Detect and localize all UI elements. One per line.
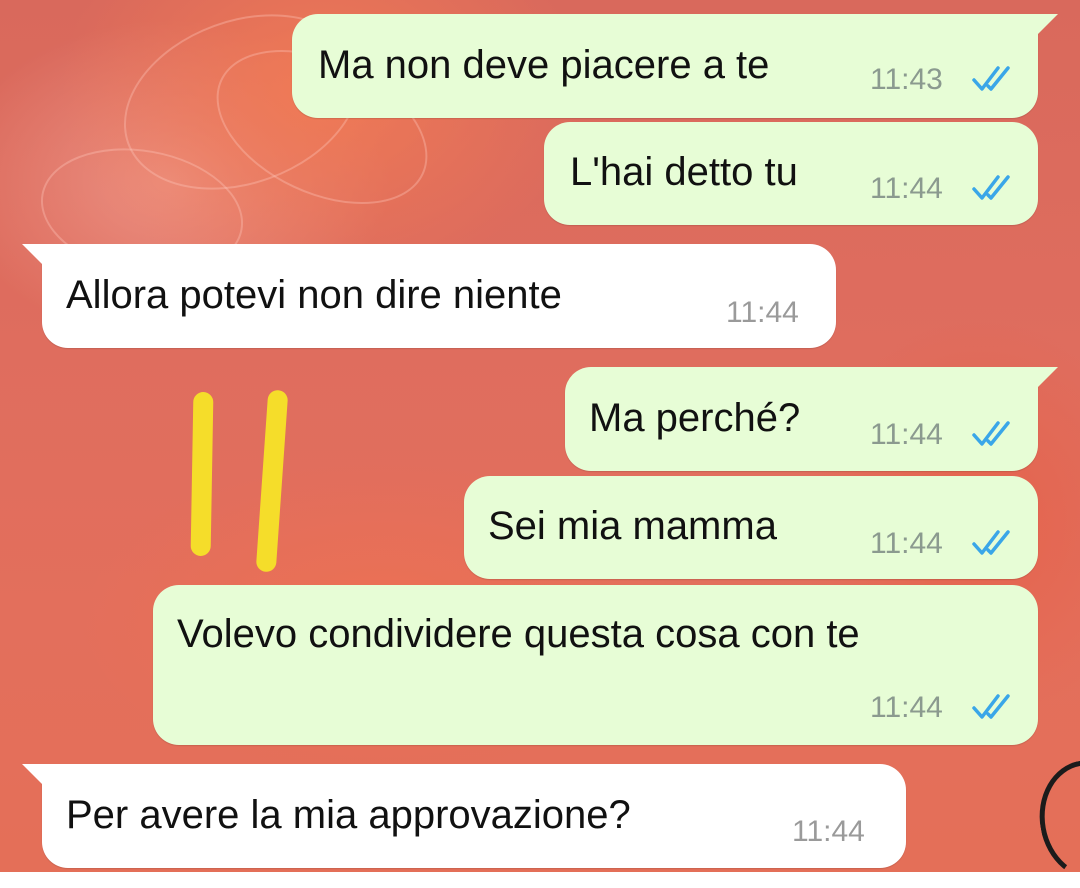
double-check-icon	[972, 421, 1010, 446]
message-bubble-incoming[interactable]: Allora potevi non dire niente 11:44	[22, 244, 836, 348]
double-check-icon	[972, 66, 1010, 91]
message-time: 11:43	[870, 63, 943, 96]
message-text: Ma perché?	[589, 396, 801, 440]
message-text: Volevo condividere questa cosa con te	[177, 612, 860, 656]
message-bubble-incoming[interactable]: Per avere la mia approvazione? 11:44	[22, 764, 906, 868]
message-time: 11:44	[870, 691, 943, 724]
message-time: 11:44	[792, 815, 865, 848]
message-text: Sei mia mamma	[488, 504, 777, 548]
double-check-icon	[972, 175, 1010, 200]
message-bubble-outgoing[interactable]: Ma perché? 11:44	[565, 367, 1058, 471]
message-time: 11:44	[870, 418, 943, 451]
annotation-marker-stroke	[190, 391, 214, 557]
message-time: 11:44	[870, 172, 943, 205]
message-time: 11:44	[726, 296, 799, 329]
message-text: Allora potevi non dire niente	[66, 273, 562, 317]
message-bubble-outgoing[interactable]: L'hai detto tu 11:44	[544, 122, 1038, 225]
message-time: 11:44	[870, 527, 943, 560]
message-text: Per avere la mia approvazione?	[66, 793, 631, 837]
message-bubble-outgoing[interactable]: Volevo condividere questa cosa con te 11…	[153, 585, 1038, 745]
message-bubble-outgoing[interactable]: Ma non deve piacere a te 11:43	[292, 14, 1058, 118]
message-bubble-outgoing[interactable]: Sei mia mamma 11:44	[464, 476, 1038, 579]
message-text: L'hai detto tu	[570, 150, 798, 194]
double-check-icon	[972, 694, 1010, 719]
message-text: Ma non deve piacere a te	[318, 43, 770, 87]
double-check-icon	[972, 530, 1010, 555]
